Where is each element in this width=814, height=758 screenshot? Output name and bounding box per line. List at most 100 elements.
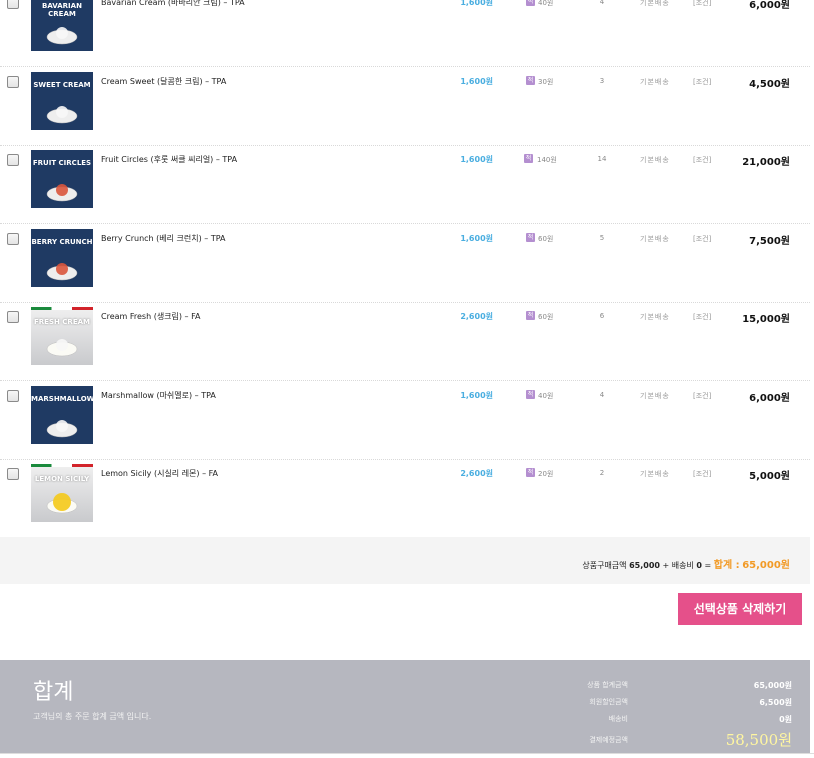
- shipping-type: 기본배송: [640, 78, 670, 86]
- purchase-amount-label: 상품구매금액: [582, 561, 627, 570]
- row-total: 6,000원: [749, 393, 790, 404]
- quantity: 6: [599, 312, 605, 320]
- product-image-icon: [46, 420, 78, 438]
- product-name[interactable]: Fruit Circles (후룻 써클 씨리얼) – TPA: [101, 154, 237, 165]
- purchase-amount-value: 65,000: [629, 561, 660, 570]
- cart-row: LEMON SICILY Lemon Sicily (시실리 레몬) – FA …: [0, 458, 810, 538]
- shipping-type: 기본배송: [640, 392, 670, 400]
- points-icon: 적: [526, 0, 535, 6]
- delete-selected-button[interactable]: 선택상품 삭제하기: [678, 593, 802, 625]
- points-icon: 적: [526, 390, 535, 399]
- shipping-condition-link[interactable]: [조건]: [693, 469, 711, 479]
- page-bottom-edge: [0, 753, 814, 758]
- equals-sign: =: [704, 561, 712, 570]
- points-icon: 적: [526, 76, 535, 85]
- shipping-fee-label: 배송비: [671, 561, 694, 570]
- quantity: 2: [599, 469, 605, 477]
- row-total: 5,000원: [749, 471, 790, 482]
- unit-price: 1,600원: [460, 0, 493, 7]
- shipping-type: 기본배송: [640, 235, 670, 243]
- shipping-type: 기본배송: [640, 313, 670, 321]
- points-icon: 적: [526, 233, 535, 242]
- quantity: 4: [599, 391, 605, 399]
- quantity: 3: [599, 77, 605, 85]
- cart-row: FRESH CREAM Cream Fresh (생크림) – FA 2,600…: [0, 301, 810, 381]
- shipping-condition-link[interactable]: [조건]: [693, 234, 711, 244]
- product-name[interactable]: Bavarian Cream (바바리안 크림) – TPA: [101, 0, 245, 8]
- points-value: 140원: [537, 156, 557, 164]
- member-discount-label: 회원할인금액: [589, 698, 628, 706]
- select-checkbox[interactable]: [7, 390, 19, 402]
- totals-description: 고객님의 총 주문 합계 금액 입니다.: [33, 712, 152, 721]
- shipping-fee-total-value: 0원: [779, 715, 792, 724]
- quantity: 14: [597, 155, 607, 163]
- shipping-condition-link[interactable]: [조건]: [693, 0, 711, 8]
- points-value: 60원: [538, 235, 554, 243]
- unit-price: 2,600원: [460, 469, 493, 478]
- cart-summary-bar: 상품구매금액 65,000 + 배송비 0 = 합계 : 65,000원: [0, 537, 810, 584]
- grand-total-value: 65,000원: [742, 560, 790, 571]
- member-discount-value: 6,500원: [759, 698, 792, 707]
- cart-row: BAVARIAN CREAM Bavarian Cream (바바리안 크림) …: [0, 0, 810, 67]
- product-thumbnail[interactable]: MARSHMALLOW: [31, 386, 93, 444]
- points-icon: 적: [526, 311, 535, 320]
- final-amount-label: 결제예정금액: [589, 736, 628, 744]
- points-icon: 적: [524, 154, 533, 163]
- select-checkbox[interactable]: [7, 0, 19, 9]
- product-name[interactable]: Lemon Sicily (시실리 레몬) – FA: [101, 468, 218, 479]
- cart-row: BERRY CRUNCH Berry Crunch (베리 크런치) – TPA…: [0, 223, 810, 303]
- totals-title: 합계: [33, 680, 74, 705]
- product-thumbnail[interactable]: BERRY CRUNCH: [31, 229, 93, 287]
- points-value: 40원: [538, 392, 554, 400]
- product-name[interactable]: Marshmallow (마쉬멜로) – TPA: [101, 390, 216, 401]
- product-thumbnail[interactable]: FRESH CREAM: [31, 307, 93, 365]
- shipping-type: 기본배송: [640, 470, 670, 478]
- product-image-icon: [46, 339, 78, 357]
- product-name[interactable]: Berry Crunch (베리 크런치) – TPA: [101, 233, 226, 244]
- final-amount-value: 58,500원: [725, 731, 792, 749]
- unit-price: 2,600원: [460, 312, 493, 321]
- product-total-label: 상품 합계금액: [587, 681, 628, 689]
- cart-row: FRUIT CIRCLES Fruit Circles (후룻 써클 씨리얼) …: [0, 144, 810, 224]
- points-value: 40원: [538, 0, 554, 7]
- shipping-condition-link[interactable]: [조건]: [693, 155, 711, 165]
- shipping-fee-total-label: 배송비: [608, 715, 628, 723]
- select-checkbox[interactable]: [7, 468, 19, 480]
- product-name[interactable]: Cream Sweet (달콤한 크림) – TPA: [101, 76, 226, 87]
- row-total: 4,500원: [749, 79, 790, 90]
- select-checkbox[interactable]: [7, 311, 19, 323]
- points-value: 30원: [538, 78, 554, 86]
- product-thumbnail[interactable]: LEMON SICILY: [31, 464, 93, 522]
- select-checkbox[interactable]: [7, 76, 19, 88]
- product-thumbnail[interactable]: FRUIT CIRCLES: [31, 150, 93, 208]
- product-image-icon: [46, 263, 78, 281]
- shipping-condition-link[interactable]: [조건]: [693, 77, 711, 87]
- points-value: 20원: [538, 470, 554, 478]
- product-name[interactable]: Cream Fresh (생크림) – FA: [101, 311, 200, 322]
- unit-price: 1,600원: [460, 77, 493, 86]
- product-image-icon: [46, 184, 78, 202]
- unit-price: 1,600원: [460, 155, 493, 164]
- cart-row: MARSHMALLOW Marshmallow (마쉬멜로) – TPA 1,6…: [0, 380, 810, 460]
- product-thumbnail[interactable]: BAVARIAN CREAM: [31, 0, 93, 51]
- product-thumbnail[interactable]: SWEET CREAM: [31, 72, 93, 130]
- product-image-icon: [46, 27, 78, 45]
- grand-total-label: 합계 :: [713, 560, 740, 571]
- shipping-type: 기본배송: [640, 156, 670, 164]
- product-image-icon: [46, 106, 78, 124]
- product-image-icon: [46, 493, 78, 514]
- shipping-type: 기본배송: [640, 0, 670, 7]
- points-icon: 적: [526, 468, 535, 477]
- shipping-condition-link[interactable]: [조건]: [693, 312, 711, 322]
- plus-sign: +: [662, 561, 670, 570]
- select-checkbox[interactable]: [7, 233, 19, 245]
- unit-price: 1,600원: [460, 391, 493, 400]
- row-total: 6,000원: [749, 0, 790, 11]
- row-total: 7,500원: [749, 236, 790, 247]
- row-total: 21,000원: [742, 157, 790, 168]
- select-checkbox[interactable]: [7, 154, 19, 166]
- order-totals-panel: 합계 고객님의 총 주문 합계 금액 입니다. 상품 합계금액 65,000원 …: [0, 660, 810, 753]
- points-value: 60원: [538, 313, 554, 321]
- shipping-condition-link[interactable]: [조건]: [693, 391, 711, 401]
- row-total: 15,000원: [742, 314, 790, 325]
